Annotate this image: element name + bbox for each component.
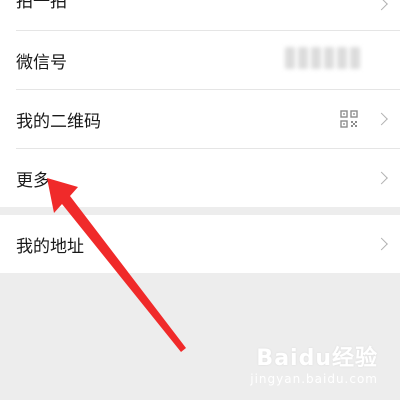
menu-item-label: 我的二维码	[16, 111, 101, 132]
menu-item-label: 拍一拍	[16, 0, 67, 12]
menu-item-label: 我的地址	[16, 236, 84, 257]
menu-item-my-address[interactable]: 我的地址	[0, 215, 400, 273]
settings-group-main: 拍一拍 微信号 我的二维码 更多	[0, 0, 400, 207]
chevron-right-icon	[375, 171, 388, 185]
menu-item-label: 微信号	[16, 52, 67, 73]
chevron-right-icon	[375, 112, 388, 126]
menu-item-wechat-id[interactable]: 微信号	[0, 31, 400, 89]
section-spacer	[0, 207, 400, 215]
qr-code-icon	[340, 110, 358, 128]
menu-item-more[interactable]: 更多	[0, 149, 400, 207]
watermark-url: jingyan.baidu.com	[250, 372, 378, 386]
watermark: Baidu经验 jingyan.baidu.com	[250, 340, 378, 386]
menu-item-pat[interactable]: 拍一拍	[0, 0, 400, 30]
chevron-right-icon	[375, 0, 388, 11]
blurred-wechat-id	[285, 47, 360, 69]
menu-item-my-qr-code[interactable]: 我的二维码	[0, 90, 400, 148]
menu-item-label: 更多	[16, 170, 50, 191]
chevron-right-icon	[375, 237, 388, 251]
settings-group-address: 我的地址	[0, 215, 400, 273]
watermark-brand: Baidu经验	[256, 346, 378, 371]
